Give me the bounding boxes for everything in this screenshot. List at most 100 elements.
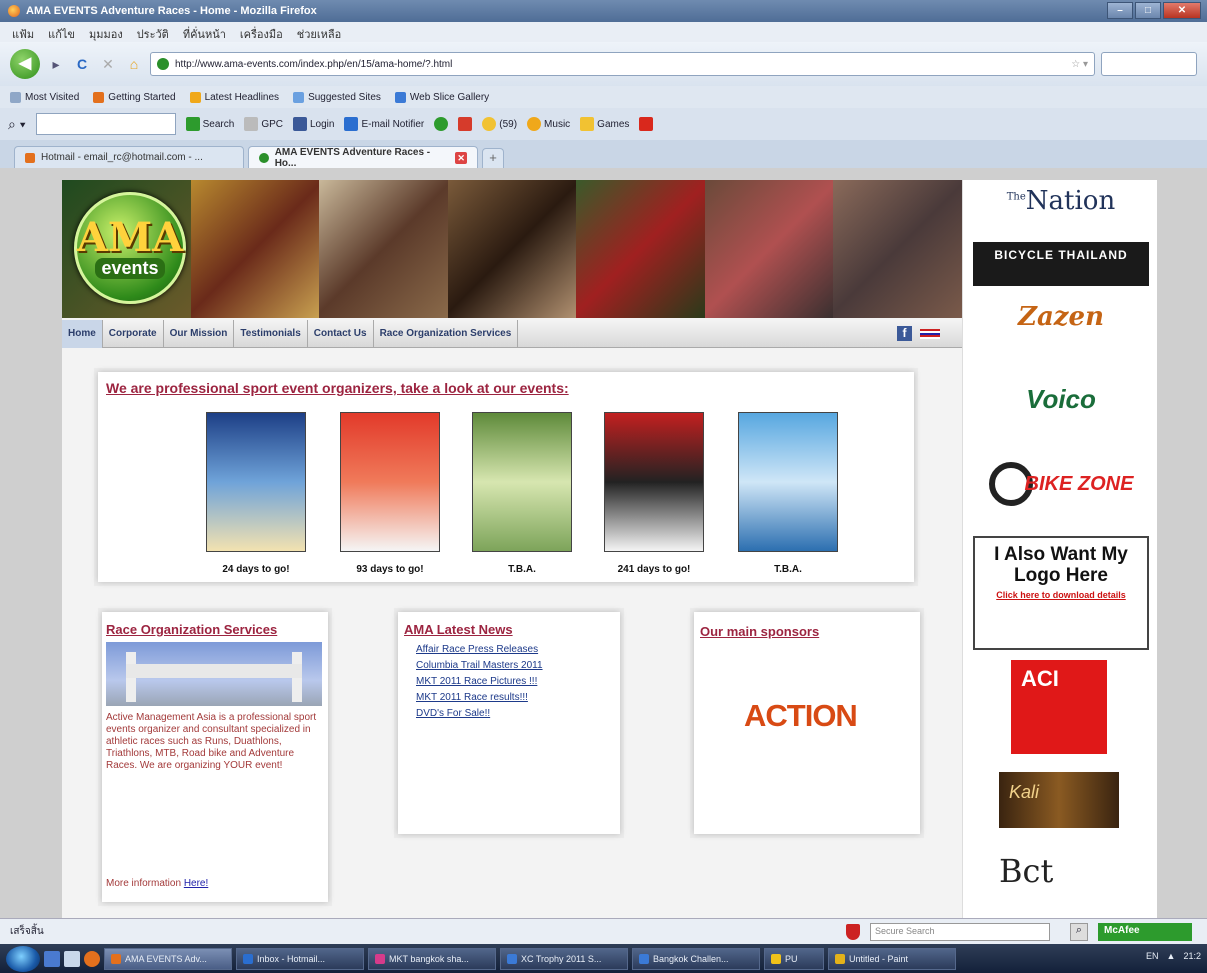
tab-strip: Hotmail - email_rc@hotmail.com - ... AMA… <box>0 140 1207 169</box>
voico-ad[interactable]: Voico <box>973 384 1149 434</box>
tab-ama-events[interactable]: AMA EVENTS Adventure Races - Ho... ✕ <box>248 146 478 169</box>
taskbar-item[interactable]: Bangkok Challen... <box>632 947 760 970</box>
close-tab-icon[interactable]: ✕ <box>455 151 467 164</box>
toolbar-weather-button[interactable]: (59) <box>482 117 517 131</box>
bookmark-latest-headlines[interactable]: Latest Headlines <box>189 91 279 103</box>
bookmark-suggested-sites[interactable]: Suggested Sites <box>293 91 381 103</box>
menu-help[interactable]: ช่วยเหลือ <box>297 25 341 41</box>
taskbar-item[interactable]: AMA EVENTS Adv... <box>104 947 232 970</box>
bookmark-most-visited[interactable]: Most Visited <box>10 91 79 103</box>
event-poster[interactable] <box>340 412 440 552</box>
kali-ad[interactable]: Kali <box>999 772 1119 828</box>
taskbar-item[interactable]: Untitled - Paint <box>828 947 956 970</box>
menu-history[interactable]: ประวัติ <box>137 25 169 41</box>
nav-corporate[interactable]: Corporate <box>103 319 164 348</box>
event-poster[interactable] <box>604 412 704 552</box>
action-sponsor-logo[interactable]: ACTION <box>744 698 858 734</box>
facebook-icon[interactable]: f <box>897 326 912 341</box>
news-title[interactable]: AMA Latest News <box>404 622 513 637</box>
new-tab-button[interactable]: + <box>482 148 504 168</box>
news-item[interactable]: Affair Race Press Releases <box>416 642 543 658</box>
menu-tools[interactable]: เครื่องมือ <box>240 25 283 41</box>
header-banner: AMA events <box>62 180 962 318</box>
bookmark-getting-started[interactable]: Getting Started <box>93 91 176 103</box>
news-item[interactable]: Columbia Trail Masters 2011 <box>416 658 543 674</box>
nav-our-mission[interactable]: Our Mission <box>164 319 235 348</box>
english-flag-icon[interactable] <box>920 329 940 339</box>
toolbar-green-button[interactable] <box>434 117 449 131</box>
tab-hotmail[interactable]: Hotmail - email_rc@hotmail.com - ... <box>14 146 244 168</box>
language-indicator[interactable]: EN <box>1146 951 1159 961</box>
bct-ad[interactable]: Bct <box>999 852 1123 912</box>
taskbar-item[interactable]: PU <box>764 947 824 970</box>
menu-edit[interactable]: แก้ไข <box>48 25 75 41</box>
search-icon[interactable]: ⌕ ▾ <box>8 116 26 133</box>
aci-ad[interactable]: ACI <box>1011 660 1107 754</box>
quicklaunch-windows-icon[interactable] <box>44 950 60 967</box>
news-item[interactable]: MKT 2011 Race Pictures !!! <box>416 674 543 690</box>
ros-title[interactable]: Race Organization Services <box>106 622 277 637</box>
zazen-ad[interactable]: Zazen <box>973 302 1149 352</box>
close-window-button[interactable]: ✕ <box>1163 2 1201 19</box>
menu-view[interactable]: มุมมอง <box>89 25 123 41</box>
maximize-button[interactable]: □ <box>1135 2 1161 19</box>
event-poster[interactable] <box>738 412 838 552</box>
reload-icon[interactable]: C <box>72 54 92 74</box>
bookmark-web-slice-gallery[interactable]: Web Slice Gallery <box>394 91 489 103</box>
toolbar-music-button[interactable]: Music <box>527 117 570 131</box>
sponsors-title[interactable]: Our main sponsors <box>700 624 819 639</box>
download-details-link[interactable]: Click here to download details <box>975 590 1147 600</box>
toolbar-games-button[interactable]: Games <box>580 117 629 131</box>
menu-file[interactable]: แฟ้ม <box>12 25 34 41</box>
search-input[interactable] <box>1101 52 1197 76</box>
toolbar-email-notifier[interactable]: E-mail Notifier <box>344 117 424 131</box>
mcafee-button[interactable]: McAfee <box>1098 923 1192 941</box>
bike-zone-ad[interactable]: BIKE ZONE <box>973 456 1149 512</box>
news-item[interactable]: DVD's For Sale!! <box>416 706 543 722</box>
mcafee-shield-icon[interactable] <box>846 924 860 940</box>
taskbar-item[interactable]: MKT bangkok sha... <box>368 947 496 970</box>
quicklaunch-firefox-icon[interactable] <box>84 950 100 967</box>
toolbar-youtube-button[interactable] <box>458 117 473 131</box>
nav-race-organization-services[interactable]: Race Organization Services <box>374 319 519 348</box>
toolbar-facebook-login[interactable]: Login <box>292 117 334 131</box>
clock[interactable]: 21:2 <box>1183 951 1201 961</box>
toolbar-gpc-button[interactable]: GPC <box>244 117 283 131</box>
search-icon[interactable]: ⌕ <box>1070 923 1088 941</box>
bookmark-star-icon[interactable]: ☆ ▾ <box>1071 59 1088 70</box>
toolbar-search-button[interactable]: Search <box>185 117 234 131</box>
tray-expand-icon[interactable]: ▲ <box>1167 951 1176 961</box>
toolbar-search-input[interactable] <box>35 113 176 135</box>
quicklaunch-folder-icon[interactable] <box>64 950 80 967</box>
taskbar-item[interactable]: Inbox - Hotmail... <box>236 947 364 970</box>
nav-contact-us[interactable]: Contact Us <box>308 319 374 348</box>
more-info-link[interactable]: Here! <box>184 878 208 889</box>
news-item[interactable]: MKT 2011 Race results!!! <box>416 690 543 706</box>
minimize-button[interactable]: – <box>1107 2 1133 19</box>
url-bar[interactable]: http://www.ama-events.com/index.php/en/1… <box>150 52 1095 76</box>
event-poster[interactable] <box>472 412 572 552</box>
event-poster[interactable] <box>206 412 306 552</box>
taskbar-item[interactable]: XC Trophy 2011 S... <box>500 947 628 970</box>
site-main: AMA events Home Corporate Our Mission Te… <box>62 180 962 918</box>
toolbar-upload-button[interactable] <box>639 117 654 131</box>
back-arrow-icon[interactable]: ◀ <box>10 49 40 79</box>
start-button[interactable] <box>6 945 40 972</box>
task-label: MKT bangkok sha... <box>389 953 469 964</box>
events-heading[interactable]: We are professional sport event organize… <box>106 380 569 396</box>
stop-icon[interactable]: ✕ <box>98 54 118 74</box>
bicycle-thailand-ad[interactable]: BICYCLE THAILAND <box>973 242 1149 286</box>
menu-bookmarks[interactable]: ที่คั่นหน้า <box>183 25 226 41</box>
ama-events-logo[interactable]: AMA events <box>74 192 186 304</box>
nav-home[interactable]: Home <box>62 319 103 348</box>
forward-arrow-icon[interactable]: ▸ <box>46 54 66 74</box>
home-icon[interactable]: ⌂ <box>124 54 144 74</box>
banner-photo <box>704 180 834 318</box>
nav-testimonials[interactable]: Testimonials <box>234 319 308 348</box>
secure-search-input[interactable]: Secure Search <box>870 923 1050 941</box>
nation-ad[interactable]: TheNation <box>973 186 1149 236</box>
page-wrapper: AMA events Home Corporate Our Mission Te… <box>62 180 1157 918</box>
news-list: Affair Race Press Releases Columbia Trai… <box>416 642 543 722</box>
windows-taskbar: AMA EVENTS Adv... Inbox - Hotmail... MKT… <box>0 944 1207 973</box>
your-logo-here-ad[interactable]: I Also Want My Logo Here Click here to d… <box>973 536 1149 650</box>
